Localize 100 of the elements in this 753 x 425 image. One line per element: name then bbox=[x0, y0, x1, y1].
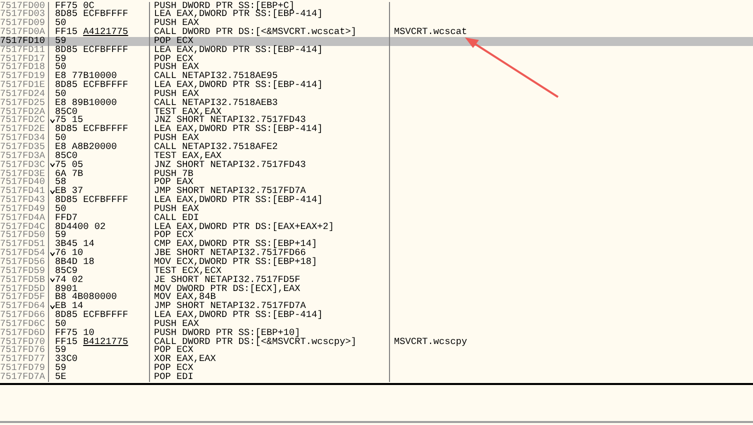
address-cell: 7517FD3C bbox=[0, 160, 46, 170]
address-cell: 7517FD2A bbox=[0, 108, 46, 116]
listing-row[interactable]: 7517FD7A 5E POP EDI bbox=[0, 372, 753, 382]
listing-row[interactable]: 7517FD24 50 PUSH EAX bbox=[0, 90, 753, 99]
hex-cell: 75 05 bbox=[55, 160, 84, 170]
instruction-cell: POP ECX bbox=[154, 54, 194, 64]
hex-cell: 5E bbox=[55, 372, 66, 382]
listing-row[interactable]: 7517FD25 E8 89B10000 CALL NETAPI32.7518AEB3 bbox=[0, 98, 753, 108]
listing-row[interactable]: 7517FD03 8D85 ECFBFFFF LEA EAX,DWORD PTR SS:[EBP-414] bbox=[0, 10, 753, 20]
hex-cell: EB 37 bbox=[55, 187, 84, 196]
listing-row[interactable]: 7517FD2E 8D85 ECFBFFFF LEA EAX,DWORD PTR SS:[EBP-414] bbox=[0, 125, 753, 134]
listing-row[interactable]: 7517FD76 59 POP ECX bbox=[0, 346, 753, 356]
hex-cell: 59 bbox=[55, 346, 66, 356]
instruction-cell: XOR EAX,EAX bbox=[154, 355, 216, 364]
listing-row[interactable]: 7517FD17 59 POP ECX bbox=[0, 54, 753, 64]
address-cell: 7517FD56 bbox=[0, 258, 46, 267]
hex-cell: FF15 B4121775 bbox=[55, 338, 128, 346]
address-cell: 7517FD59 bbox=[0, 266, 46, 276]
listing-row[interactable]: 7517FD4A FFD7 CALL EDI bbox=[0, 214, 753, 223]
listing-row[interactable]: 7517FD34 50 PUSH EAX bbox=[0, 134, 753, 143]
listing-row[interactable]: 7517FD70 FF15 B4121775 CALL DWORD PTR DS:[<&MSVCRT.wcscpy>] MSVCRT.wcscpy bbox=[0, 338, 753, 346]
instruction-cell: CALL NETAPI32.7518AFE2 bbox=[154, 143, 278, 152]
instruction-cell: LEA EAX,DWORD PTR DS:[EAX+EAX+2] bbox=[154, 222, 334, 232]
instruction-cell: JMP SHORT NETAPI32.7517FD7A bbox=[154, 302, 306, 312]
hex-cell: 75 15 bbox=[55, 116, 84, 126]
instruction-cell: CALL NETAPI32.7518AE95 bbox=[154, 72, 278, 82]
listing-row[interactable]: 7517FD6D FF75 10 PUSH DWORD PTR SS:[EBP+10] bbox=[0, 328, 753, 338]
instruction-cell: CALL NETAPI32.7518AEB3 bbox=[154, 98, 278, 108]
hex-cell: FF75 0C bbox=[55, 2, 94, 10]
listing-row[interactable]: 7517FD5F B8 4B080000 MOV EAX,84B bbox=[0, 293, 753, 302]
instruction-cell: POP ECX bbox=[154, 364, 194, 373]
listing-row[interactable]: 7517FD3C 75 05 JNZ SHORT NETAPI32.7517FD43 bbox=[0, 160, 753, 170]
listing-row[interactable]: 7517FD6C 50 PUSH EAX bbox=[0, 320, 753, 329]
listing-row[interactable]: 7517FD4C 8D4400 02 LEA EAX,DWORD PTR DS:[EAX+EAX+2] bbox=[0, 222, 753, 232]
instruction-cell: PUSH DWORD PTR SS:[EBP+10] bbox=[154, 328, 300, 338]
listing-row[interactable]: 7517FD79 59 POP ECX bbox=[0, 364, 753, 373]
hex-cell: 50 bbox=[55, 90, 66, 99]
instruction-cell: POP ECX bbox=[154, 36, 194, 46]
listing-row[interactable]: 7517FD2C 75 15 JNZ SHORT NETAPI32.7517FD43 bbox=[0, 116, 753, 126]
listing-row[interactable]: 7517FD3A 85C0 TEST EAX,EAX bbox=[0, 152, 753, 161]
listing-row[interactable]: 7517FD09 50 PUSH EAX bbox=[0, 19, 753, 28]
hex-cell: 33C0 bbox=[55, 355, 78, 364]
instruction-cell: LEA EAX,DWORD PTR SS:[EBP-414] bbox=[154, 10, 323, 20]
instruction-cell: PUSH EAX bbox=[154, 19, 200, 28]
hex-cell: 76 10 bbox=[55, 249, 84, 258]
listing-row[interactable]: 7517FD3E 6A 7B PUSH 7B bbox=[0, 170, 753, 178]
instruction-cell: TEST EAX,EAX bbox=[154, 152, 222, 161]
hex-cell: 8D85 ECFBFFFF bbox=[55, 10, 128, 20]
address-cell: 7517FD3A bbox=[0, 152, 46, 161]
listing-row[interactable]: 7517FD59 85C9 TEST ECX,ECX bbox=[0, 266, 753, 276]
instruction-cell: TEST ECX,ECX bbox=[154, 266, 222, 276]
listing-row[interactable]: 7517FD40 58 POP EAX bbox=[0, 178, 753, 188]
listing-row[interactable]: 7517FD64 EB 14 JMP SHORT NETAPI32.7517FD7A bbox=[0, 302, 753, 312]
instruction-cell: CMP EAX,DWORD PTR SS:[EBP+14] bbox=[154, 240, 318, 250]
hex-cell: 8D4400 02 bbox=[55, 222, 106, 232]
hex-cell: 8D85 ECFBFFFF bbox=[55, 125, 128, 134]
listing-row[interactable]: 7517FD11 8D85 ECFBFFFF LEA EAX,DWORD PTR SS:[EBP-414] bbox=[0, 46, 753, 55]
hex-cell: 85C0 bbox=[55, 152, 78, 161]
listing-row[interactable]: 7517FD51 3B45 14 CMP EAX,DWORD PTR SS:[EBP+14] bbox=[0, 240, 753, 250]
hex-cell: 8D85 ECFBFFFF bbox=[55, 81, 128, 90]
address-cell: 7517FD50 bbox=[0, 231, 46, 240]
listing-row[interactable]: 7517FD56 8B4D 18 MOV ECX,DWORD PTR SS:[EBP+18] bbox=[0, 258, 753, 267]
listing-row[interactable]: 7517FD2A 85C0 TEST EAX,EAX bbox=[0, 108, 753, 116]
listing-row[interactable]: 7517FD41 EB 37 JMP SHORT NETAPI32.7517FD7A bbox=[0, 187, 753, 196]
instruction-cell: MOV DWORD PTR DS:[ECX],EAX bbox=[154, 284, 300, 294]
instruction-cell: PUSH EAX bbox=[154, 134, 200, 143]
listing-row[interactable]: 7517FD1E 8D85 ECFBFFFF LEA EAX,DWORD PTR SS:[EBP-414] bbox=[0, 81, 753, 90]
address-cell: 7517FD18 bbox=[0, 63, 46, 72]
address-cell: 7517FD00 bbox=[0, 2, 46, 10]
hex-cell: 8B4D 18 bbox=[55, 258, 94, 267]
instruction-cell: JNZ SHORT NETAPI32.7517FD43 bbox=[154, 160, 306, 170]
instruction-cell: CALL DWORD PTR DS:[<&MSVCRT.wcscat>] bbox=[154, 28, 357, 37]
listing-row[interactable]: 7517FD19 E8 77B10000 CALL NETAPI32.7518AE95 bbox=[0, 72, 753, 82]
listing-row[interactable]: 7517FD35 E8 A8B20000 CALL NETAPI32.7518AFE2 bbox=[0, 143, 753, 152]
address-cell: 7517FD49 bbox=[0, 204, 46, 214]
listing-row[interactable]: 7517FD5B 74 02 JE SHORT NETAPI32.7517FD5F bbox=[0, 276, 753, 284]
hex-cell: E8 89B10000 bbox=[55, 98, 117, 108]
listing-row[interactable]: 7517FD54 76 10 JBE SHORT NETAPI32.7517FD66 bbox=[0, 249, 753, 258]
instruction-cell: PUSH EAX bbox=[154, 63, 200, 72]
instruction-cell: MOV EAX,84B bbox=[154, 293, 216, 302]
hex-cell: 59 bbox=[55, 36, 66, 46]
address-cell: 7517FD79 bbox=[0, 364, 46, 373]
instruction-cell: PUSH DWORD PTR SS:[EBP+C] bbox=[154, 2, 295, 10]
listing-row[interactable]: 7517FD10 59 POP ECX bbox=[0, 36, 753, 46]
listing-row[interactable]: 7517FD5D 8901 MOV DWORD PTR DS:[ECX],EAX bbox=[0, 284, 753, 294]
listing-row[interactable]: 7517FD66 8D85 ECFBFFFF LEA EAX,DWORD PTR SS:[EBP-414] bbox=[0, 311, 753, 320]
listing-row[interactable]: 7517FD50 59 POP ECX bbox=[0, 231, 753, 240]
listing-row[interactable]: 7517FD43 8D85 ECFBFFFF LEA EAX,DWORD PTR SS:[EBP-414] bbox=[0, 196, 753, 205]
listing-row[interactable]: 7517FD49 50 PUSH EAX bbox=[0, 204, 753, 214]
instruction-cell: LEA EAX,DWORD PTR SS:[EBP-414] bbox=[154, 125, 323, 134]
listing-row[interactable]: 7517FD00 FF75 0C PUSH DWORD PTR SS:[EBP+C] bbox=[0, 2, 753, 10]
hex-cell: B8 4B080000 bbox=[55, 293, 117, 302]
listing-row[interactable]: 7517FD18 50 PUSH EAX bbox=[0, 63, 753, 72]
instruction-cell: PUSH 7B bbox=[154, 170, 194, 178]
listing-row[interactable]: 7517FD77 33C0 XOR EAX,EAX bbox=[0, 355, 753, 364]
address-cell: 7517FD34 bbox=[0, 134, 46, 143]
instruction-cell: JBE SHORT NETAPI32.7517FD66 bbox=[154, 249, 306, 258]
hex-cell: FFD7 bbox=[55, 214, 78, 223]
address-cell: 7517FD5D bbox=[0, 284, 46, 294]
comment-cell: MSVCRT.wcscat bbox=[394, 28, 468, 37]
